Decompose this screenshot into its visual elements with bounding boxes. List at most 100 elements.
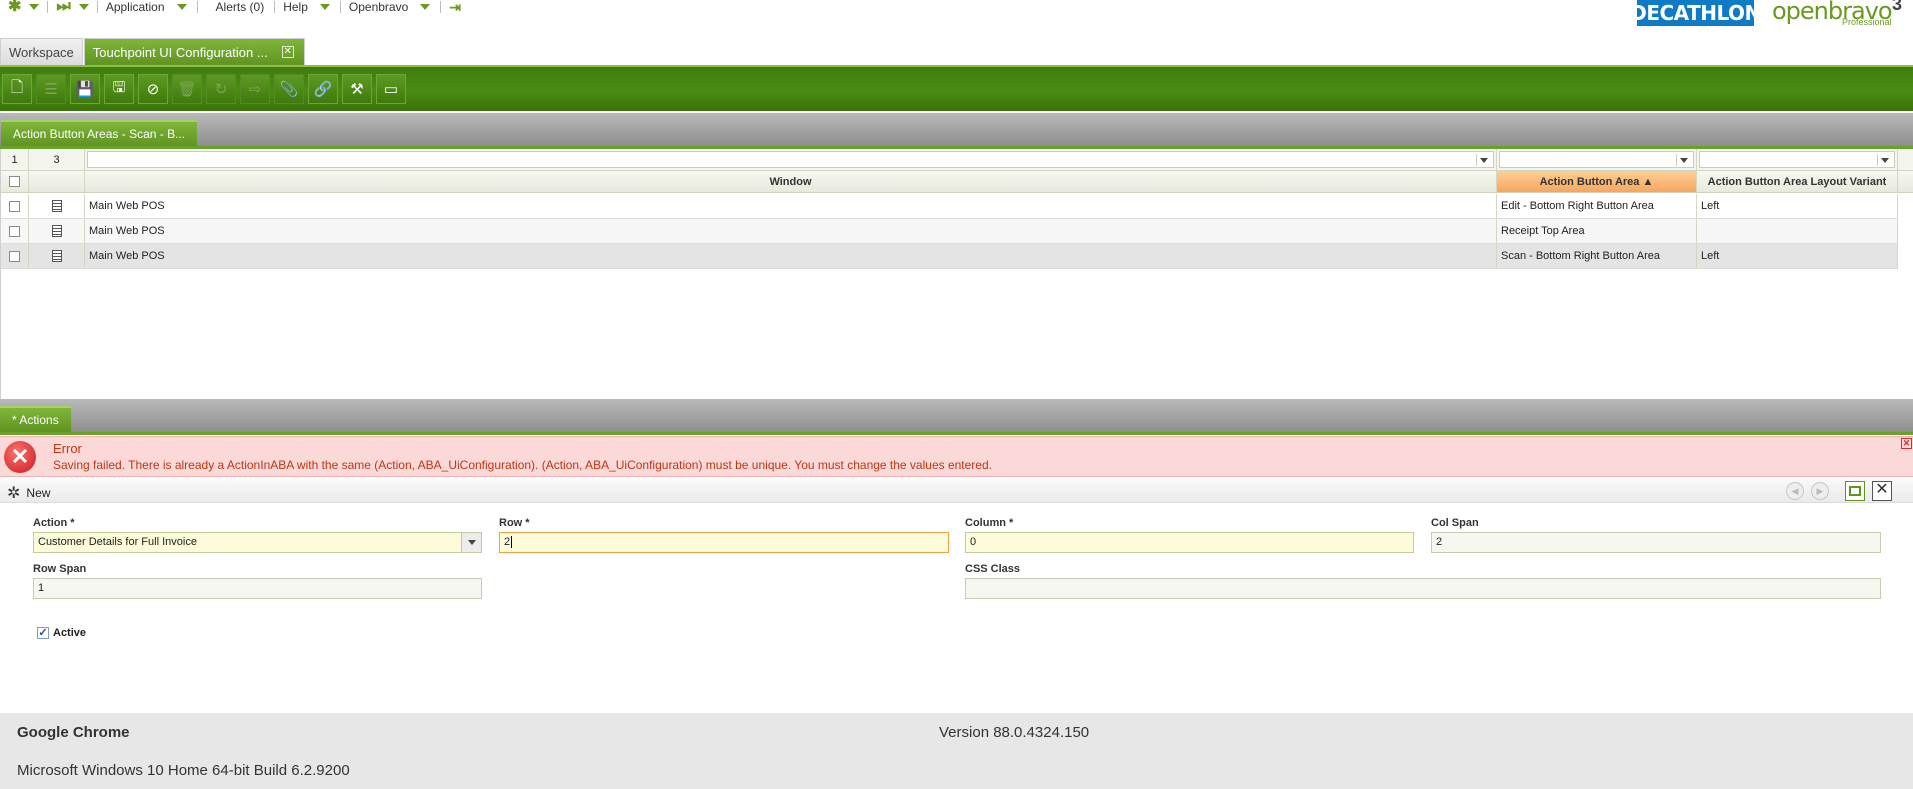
delete-button[interactable]: 🗑 [172,74,202,104]
tab-touchpoint-ui-configuration[interactable]: Touchpoint UI Configuration ... ✕ [83,38,305,65]
chevron-down-icon [176,4,187,10]
link-icon: 🔗 [313,81,333,98]
menu-alerts[interactable]: Alerts (0) [216,0,265,14]
cssclass-input[interactable] [965,578,1881,599]
tools-icon: ⚒ [350,81,364,98]
save-close-icon: 🖫 [112,78,126,96]
attachment-button[interactable]: 📎 [274,74,304,104]
cell-window: Main Web POS [85,219,1497,243]
window-filter-input[interactable] [87,151,1494,168]
fast-forward-icon[interactable]: ⏭ [56,0,70,15]
tab-action-button-areas[interactable]: Action Button Areas - Scan - B... [1,120,198,146]
maximize-form-icon[interactable] [1845,481,1865,501]
logout-icon[interactable]: ⇥ [449,0,461,14]
menu-help[interactable]: Help [283,0,330,14]
row-select-cell [1,244,29,268]
header-action-button-area[interactable]: Action Button Area ▲ [1497,171,1697,192]
cell-window: Main Web POS [85,194,1497,218]
variant-filter-input[interactable] [1699,151,1895,168]
fast-forward-dropdown-icon[interactable] [78,4,89,10]
tab-actions[interactable]: * Actions [0,406,71,432]
export-button[interactable]: ⇨ [240,74,270,104]
rowspan-label: Row Span [33,563,87,575]
new-row-icon: ☰ [44,81,58,98]
menu-divider [96,1,98,13]
header-area-label: Action Button Area ▲ [1497,176,1696,188]
tab-action-button-areas-label: Action Button Areas - Scan - B... [13,127,186,141]
menu-application[interactable]: Application [106,0,187,14]
select-all-checkbox[interactable] [9,176,20,187]
quick-launch-icon[interactable]: ✱ [8,0,21,15]
browser-version: Version 88.0.4324.150 [939,724,1090,741]
chevron-down-icon [420,4,431,10]
menu-divider [339,1,341,13]
row-checkbox[interactable] [9,200,20,212]
document-icon[interactable] [51,250,62,262]
save-close-button[interactable]: 🖫 [104,74,134,104]
close-error-icon[interactable]: ✕ [1901,438,1912,449]
chevron-down-icon [319,4,330,10]
active-checkbox[interactable]: ✓ [37,627,49,639]
row-icon-cell [29,244,85,268]
menu-openbravo[interactable]: Openbravo [349,0,431,14]
header-window[interactable]: Window [85,171,1497,192]
close-form-icon[interactable]: ✕ [1872,481,1892,501]
link-button[interactable]: 🔗 [308,74,338,104]
menu-divider [196,1,198,13]
cell-variant: Left [1697,244,1898,268]
new-document-button[interactable]: 🗋 [2,74,32,104]
grid-view-button[interactable]: ▭ [376,74,406,104]
action-label: Action * [33,517,75,529]
openbravo-edition: Professional [1842,17,1892,27]
action-value: Customer Details for Full Invoice [38,536,197,548]
row-value: 2 [504,536,511,548]
refresh-button[interactable]: ↻ [206,74,236,104]
error-message-bar: ✕ Error Saving failed. There is already … [0,436,1913,477]
document-icon[interactable] [51,225,62,237]
menu-application-label: Application [105,0,165,14]
tools-button[interactable]: ⚒ [342,74,372,104]
colspan-input[interactable]: 2 [1431,532,1881,553]
rowspan-value: 1 [38,582,45,594]
filter-dropdown-icon[interactable] [1476,154,1491,166]
row-checkbox[interactable] [9,225,20,237]
filter-dropdown-icon[interactable] [1676,154,1691,166]
tab-workspace[interactable]: Workspace [0,38,83,65]
table-row[interactable]: Main Web POS Scan - Bottom Right Button … [1,244,1898,269]
system-info-footer: Google Chrome Version 88.0.4324.150 Micr… [0,713,1913,789]
document-icon[interactable] [51,200,62,212]
section-divider [0,432,1913,435]
save-button[interactable]: 💾 [70,74,100,104]
quick-launch-dropdown-icon[interactable] [29,4,40,10]
decathlon-logo: DECATHLON [1630,0,1761,26]
row-input[interactable]: 2 [499,532,949,553]
action-button-areas-grid: 1 3 Window Action Button Area ▲ Action B… [0,149,1913,399]
tab-workspace-label: Workspace [9,44,74,60]
header-layout-variant[interactable]: Action Button Area Layout Variant [1697,171,1898,192]
filter-dropdown-icon[interactable] [1877,154,1892,166]
error-icon: ✕ [4,441,36,473]
menu-help-label: Help [283,0,308,14]
table-row[interactable]: Main Web POS Edit - Bottom Right Button … [1,194,1898,219]
column-input[interactable]: 0 [965,532,1414,553]
sort-ascending-icon: ▲ [1642,175,1654,188]
area-filter-input[interactable] [1499,151,1694,168]
undo-button[interactable]: ⊘ [138,74,168,104]
row-icon-cell [29,219,85,243]
total-count: 3 [29,149,85,170]
new-row-button[interactable]: ☰ [36,74,66,104]
openbravo-logo: openbravo Professional 3 [1772,0,1907,30]
action-select[interactable]: Customer Details for Full Invoice [33,532,482,553]
table-row[interactable]: Main Web POS Receipt Top Area [1,219,1898,244]
row-checkbox[interactable] [9,250,20,262]
selected-count: 1 [1,149,29,170]
chevron-down-icon[interactable] [461,533,481,552]
previous-record-icon[interactable]: ◀ [1786,482,1804,500]
active-field[interactable]: ✓ Active [37,627,86,639]
rowspan-input[interactable]: 1 [33,578,482,599]
cell-area: Scan - Bottom Right Button Area [1497,244,1697,268]
cell-area: Receipt Top Area [1497,219,1697,243]
menu-divider [47,1,49,13]
next-record-icon[interactable]: ▶ [1811,482,1829,500]
close-tab-icon[interactable]: ✕ [281,46,294,58]
